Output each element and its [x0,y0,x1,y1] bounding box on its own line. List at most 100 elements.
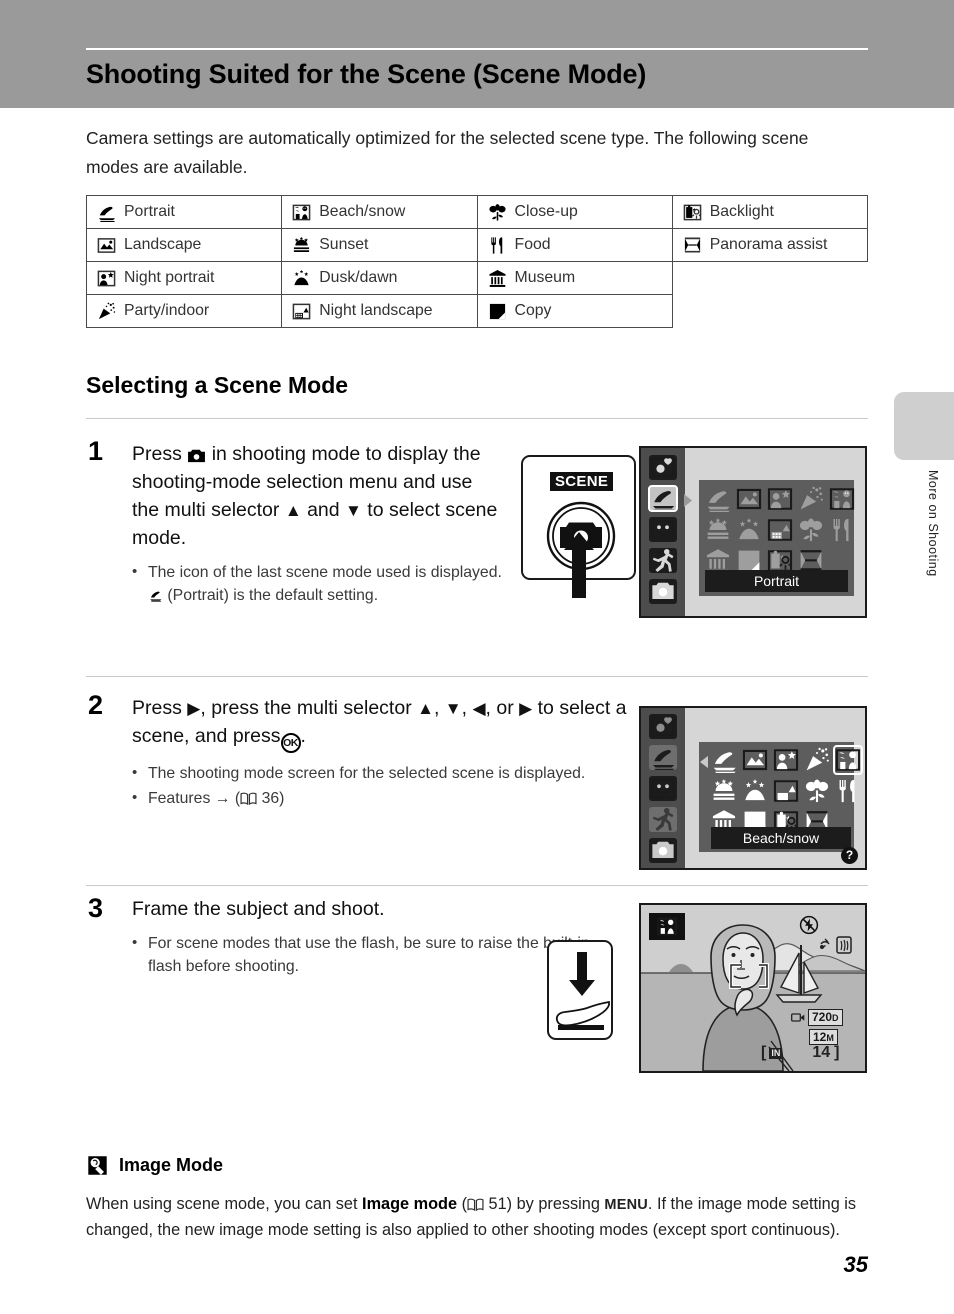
step-1-body: Press in shooting mode to display the sh… [132,440,502,609]
page-number: 35 [843,1252,868,1277]
scene-label: Night landscape [319,302,433,319]
step-3-body: Frame the subject and shoot. For scene m… [132,895,612,980]
shots-remaining-value: 14 [812,1044,831,1061]
grid-night-landscape-icon[interactable] [767,517,793,543]
table-row: Party/indoor Night landscape Copy [85,294,868,328]
manual-page: Shooting Suited for the Scene (Scene Mod… [0,0,954,1314]
note-title: Image Mode [119,1155,224,1175]
grid-portrait-icon[interactable] [711,747,737,773]
mode-icon-smile[interactable] [649,776,677,801]
grid-portrait-icon[interactable] [705,486,731,512]
mode-icon-scene-portrait[interactable] [648,485,678,513]
scene-cell-empty [672,262,867,295]
scene-label: Backlight [709,203,774,220]
camera-mode-button-icon [188,449,206,463]
scene-label: Museum [514,269,576,286]
table-row: Landscape Sunset Food Panorama assist [85,228,869,262]
party-indoor-icon [98,302,116,319]
scene-button-label: SCENE [550,472,614,491]
grid-landscape-icon[interactable] [742,747,768,773]
night-landscape-icon [292,303,311,319]
scene-icon-grid [705,486,855,574]
step-2-text-a: Press [132,697,182,719]
mode-icon-sport[interactable] [649,548,677,573]
scene-cell-food: Food [476,228,673,262]
copy-icon [489,303,505,319]
grid-close-up-icon[interactable] [798,517,824,543]
grid-sunset-icon[interactable] [711,778,737,804]
auto-camera-icon [652,582,674,599]
lcd-preview-step3: 720D 12M [ IN 14 ] [639,903,867,1073]
tip-bulb-icon [87,1155,108,1176]
book-reference-icon [240,792,257,805]
step-2-bullet-0: The shooting mode screen for the selecte… [148,765,586,782]
grid-landscape-icon[interactable] [736,486,762,512]
multi-selector-right-icon: ▶ [519,699,533,718]
grid-sunset-icon[interactable] [705,517,731,543]
scene-cell-landscape: Landscape [85,228,283,262]
grid-beach-snow-icon-selected[interactable] [833,745,863,775]
scene-grid-panel: Beach/snow [699,742,863,852]
step-2-bullets: The shooting mode screen for the selecte… [132,761,632,810]
grid-night-portrait-icon[interactable] [767,486,793,512]
mode-icon-auto-camera[interactable] [649,579,677,604]
section-heading: Selecting a Scene Mode [86,372,349,398]
mode-icon-scene-portrait[interactable] [649,745,677,772]
grid-party-indoor-icon[interactable] [798,486,824,512]
note-body: When using scene mode, you can set Image… [86,1195,857,1239]
shots-remaining-indicator: [ IN 14 ] [761,1044,840,1061]
movie-size-indicator: 720D [791,1009,843,1026]
scene-label: Close-up [514,203,578,220]
mode-icon-auto-scene-heart[interactable] [649,455,677,480]
grid-dusk-dawn-icon[interactable] [742,778,768,804]
mode-icon-sport[interactable] [649,807,677,832]
step-number-2: 2 [88,690,104,720]
note-text-b: ) by pressing [506,1195,600,1213]
panel-back-pointer-icon [700,756,708,768]
scene-portrait-icon [653,750,675,772]
museum-icon [488,269,506,287]
flash-off-icon [799,915,819,935]
book-reference-icon [467,1198,484,1211]
lcd-screen-step1: Portrait [639,446,867,618]
help-badge-icon[interactable]: ? [841,847,858,864]
image-size-value: 12M [809,1029,838,1045]
menu-button-icon: MENU [604,1197,648,1213]
hand-icon [555,1000,610,1030]
beach-snow-icon [657,917,677,936]
step-number-3: 3 [88,893,104,923]
step-1-text-a: Press [132,443,182,465]
sport-icon [653,549,674,572]
auto-scene-heart-icon [651,457,675,478]
side-tab-label: More on Shooting [926,470,940,577]
multi-selector-up-icon: ▲ [284,501,302,520]
note-text-a: When using scene mode, you can set [86,1195,358,1213]
mode-icon-auto-scene-heart[interactable] [649,714,677,739]
header-rule [86,48,868,50]
grid-night-landscape-icon[interactable] [773,778,799,804]
grid-close-up-icon[interactable] [804,778,830,804]
multi-selector-down-icon: ▼ [345,501,362,520]
mode-icon-smile[interactable] [649,517,677,542]
grid-dusk-dawn-icon[interactable] [736,517,762,543]
scene-cell-close-up: Close-up [476,195,673,229]
scene-cell-party-indoor: Party/indoor [85,294,283,328]
grid-food-icon[interactable] [829,517,855,543]
grid-food-icon[interactable] [835,778,861,804]
note-page-ref: 51 [488,1195,507,1213]
scene-label: Copy [514,302,552,319]
smile-icon [651,778,675,799]
mode-icon-auto-camera[interactable] [649,838,677,863]
multi-selector-right-icon: ▶ [187,699,201,718]
scene-cell-sunset: Sunset [281,228,478,262]
press-up-arrow-icon [564,532,594,598]
scene-label: Food [514,236,551,253]
step-2-text-b: , press the multi selector [200,697,412,719]
grid-night-portrait-icon[interactable] [773,747,799,773]
grid-beach-snow-icon[interactable] [829,486,855,512]
grid-party-indoor-icon[interactable] [804,747,830,773]
lcd-screen-step2: Beach/snow ? [639,706,867,870]
page-title: Shooting Suited for the Scene (Scene Mod… [86,59,647,89]
scene-mode-table: Portrait Beach/snow Close-up Backlight L… [85,195,869,328]
step-1-text-c: and [307,499,340,521]
